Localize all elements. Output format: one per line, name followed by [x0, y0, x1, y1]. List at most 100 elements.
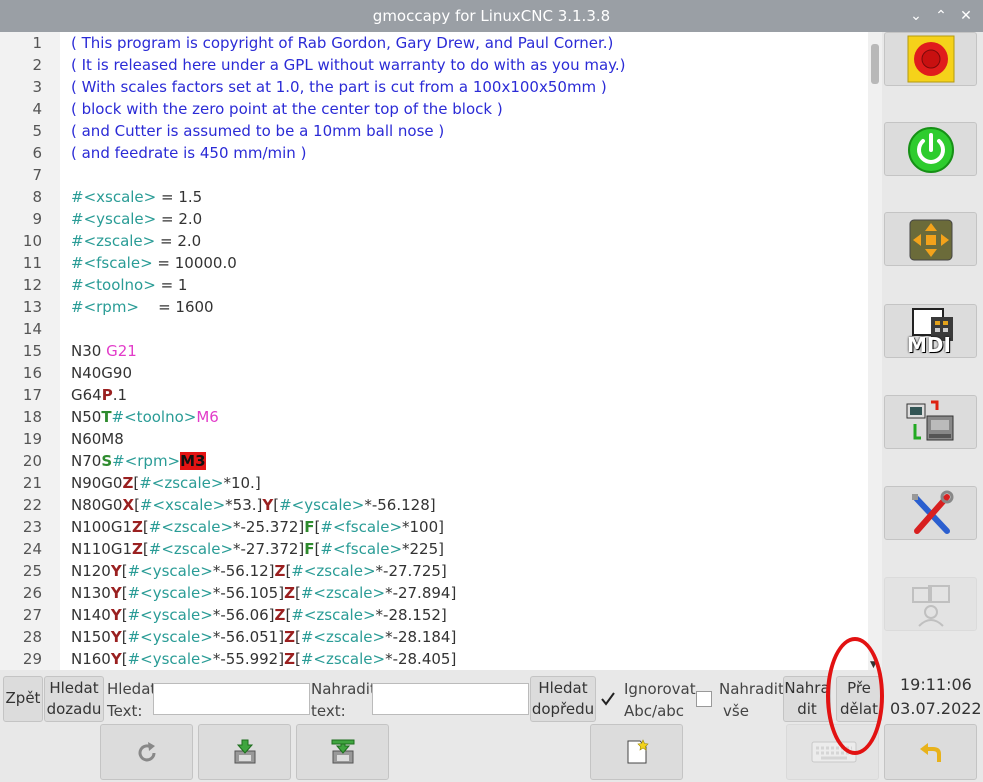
code-token: #<rpm>: [112, 452, 181, 470]
code-token: ( and feedrate is 450 mm/min ): [71, 144, 307, 162]
code-line[interactable]: 28 N150Y[#<yscale>*-56.051]Z[#<zscale>*-2…: [0, 626, 868, 648]
code-line[interactable]: 1 ( This program is copyright of Rab Gord…: [0, 32, 868, 54]
code-line[interactable]: 12 #<toolno> = 1: [0, 274, 868, 296]
line-number: 18: [22, 408, 42, 426]
code-line[interactable]: 23 N100G1Z[#<zscale>*-25.372]F[#<fscale>*…: [0, 516, 868, 538]
code-line[interactable]: 13 #<rpm> = 1600: [0, 296, 868, 318]
code-line[interactable]: 26 N130Y[#<yscale>*-56.105]Z[#<zscale>*-2…: [0, 582, 868, 604]
code-line[interactable]: 21 N90G0Z[#<zscale>*10.]: [0, 472, 868, 494]
replace-all-checkbox[interactable]: [696, 691, 712, 707]
line-number: 28: [22, 628, 42, 646]
code-line[interactable]: 8 #<xscale> = 1.5: [0, 186, 868, 208]
minimize-icon[interactable]: ⌄: [906, 5, 926, 27]
code-token: N90G0: [71, 474, 123, 492]
line-number: 15: [22, 342, 42, 360]
code-token: #<zscale>: [71, 232, 156, 250]
back-button[interactable]: [884, 724, 977, 780]
find-forward-label: Hledat: [538, 679, 588, 697]
find-backward-button[interactable]: Hledat dozadu: [44, 676, 104, 722]
code-text: ( block with the zero point at the cente…: [71, 98, 503, 120]
power-button[interactable]: [884, 122, 977, 176]
code-token: #<yscale>: [71, 210, 157, 228]
user-tabs-icon: [912, 585, 950, 627]
find-forward-button[interactable]: Hledat dopředu: [530, 676, 596, 722]
code-token: N150: [71, 628, 111, 646]
new-file-button[interactable]: [590, 724, 683, 780]
gcode-editor[interactable]: 1 ( This program is copyright of Rab Gord…: [0, 32, 868, 670]
code-text: N150Y[#<yscale>*-56.051]Z[#<zscale>*-28.…: [71, 626, 456, 648]
replace-label: Nahra: [784, 679, 830, 697]
code-line[interactable]: 24 N110G1Z[#<zscale>*-27.372]F[#<fscale>*…: [0, 538, 868, 560]
code-token: Z: [274, 562, 286, 580]
code-token: N110G1: [71, 540, 133, 558]
code-line[interactable]: 17 G64P.1: [0, 384, 868, 406]
manual-mode-button[interactable]: [884, 212, 977, 266]
maximize-icon[interactable]: ⌃: [931, 5, 951, 27]
code-line[interactable]: 25 N120Y[#<yscale>*-56.12]Z[#<zscale>*-27…: [0, 560, 868, 582]
auto-mode-button[interactable]: [884, 395, 977, 449]
code-line[interactable]: 5 ( and Cutter is assumed to be a 10mm ba…: [0, 120, 868, 142]
replace-label-2: dit: [797, 700, 817, 718]
code-token: *-56.051]: [212, 628, 285, 646]
code-line[interactable]: 9 #<yscale> = 2.0: [0, 208, 868, 230]
line-number: 23: [22, 518, 42, 536]
save-as-button[interactable]: [296, 724, 389, 780]
undo-button[interactable]: Zpět: [3, 676, 43, 722]
editor-scrollbar[interactable]: ▼: [868, 32, 882, 670]
search-input[interactable]: [153, 683, 310, 715]
save-as-icon: [331, 739, 355, 764]
code-text: #<fscale> = 10000.0: [71, 252, 237, 274]
line-number: 22: [22, 496, 42, 514]
settings-button[interactable]: [884, 486, 977, 540]
reload-button[interactable]: [100, 724, 193, 780]
close-icon[interactable]: ✕: [956, 5, 976, 27]
code-line[interactable]: 20 N70S#<rpm>M3: [0, 450, 868, 472]
code-token: Y: [110, 606, 122, 624]
code-token: N80G0: [71, 496, 123, 514]
line-number: 14: [22, 320, 42, 338]
code-line[interactable]: 3 ( With scales factors set at 1.0, the p…: [0, 76, 868, 98]
mdi-mode-button[interactable]: MDI: [884, 304, 977, 358]
code-line[interactable]: 11 #<fscale> = 10000.0: [0, 252, 868, 274]
code-token: N130: [71, 584, 111, 602]
code-line[interactable]: 7: [0, 164, 868, 186]
code-token: G21: [106, 342, 137, 360]
replace-button[interactable]: Nahra dit: [783, 676, 831, 722]
user-tabs-button[interactable]: [884, 577, 977, 631]
code-line[interactable]: 6 ( and feedrate is 450 mm/min ): [0, 142, 868, 164]
replace-input[interactable]: [372, 683, 529, 715]
code-text: ( and feedrate is 450 mm/min ): [71, 142, 306, 164]
emergency-stop-icon: [907, 35, 955, 83]
ignore-case-label-2: Abc/abc: [624, 702, 685, 720]
code-line[interactable]: 27 N140Y[#<yscale>*-56.06]Z[#<zscale>*-28…: [0, 604, 868, 626]
code-token: *-56.12]: [212, 562, 275, 580]
code-line[interactable]: 15 N30 G21: [0, 340, 868, 362]
code-line[interactable]: 16 N40G90: [0, 362, 868, 384]
code-line[interactable]: 22 N80G0X[#<xscale>*53.]Y[#<yscale>*-56.1…: [0, 494, 868, 516]
code-line[interactable]: 4 ( block with the zero point at the cent…: [0, 98, 868, 120]
code-token: #<toolno>: [71, 276, 156, 294]
line-number: 16: [22, 364, 42, 382]
code-token: *-28.152]: [375, 606, 447, 624]
code-token: G64: [71, 386, 102, 404]
code-token: N30: [71, 342, 107, 360]
code-line[interactable]: 18 N50T#<toolno>M6: [0, 406, 868, 428]
code-token: Z: [284, 650, 295, 668]
code-line[interactable]: 19 N60M8: [0, 428, 868, 450]
line-number: 7: [32, 166, 42, 184]
code-token: N70: [71, 452, 102, 470]
estop-button[interactable]: [884, 32, 977, 86]
ignore-case-checkbox[interactable]: [600, 691, 616, 707]
code-line[interactable]: 10 #<zscale> = 2.0: [0, 230, 868, 252]
line-number: 5: [32, 122, 42, 140]
code-token: F: [304, 518, 315, 536]
annotation-circle: [826, 637, 884, 755]
code-line[interactable]: 14: [0, 318, 868, 340]
code-line[interactable]: 2 ( It is released here under a GPL witho…: [0, 54, 868, 76]
save-button[interactable]: [198, 724, 291, 780]
scrollbar-thumb[interactable]: [871, 44, 879, 84]
save-icon: [234, 739, 256, 764]
search-text-label-2: Text:: [107, 702, 143, 720]
code-token: = 1600: [139, 298, 214, 316]
code-line[interactable]: 29 N160Y[#<yscale>*-55.992]Z[#<zscale>*-2…: [0, 648, 868, 670]
